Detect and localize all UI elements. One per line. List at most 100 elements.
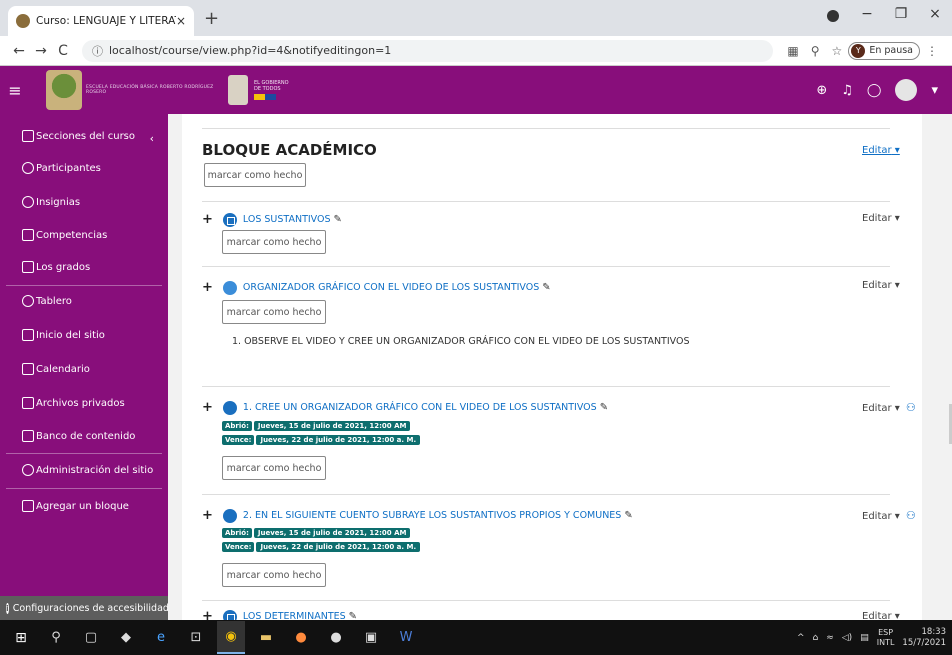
mark-done-button[interactable]: marcar como hecho <box>222 230 326 254</box>
chrome-icon[interactable]: ◉ <box>217 621 245 654</box>
store-bag-icon[interactable]: ⊡ <box>182 628 210 648</box>
gear-icon <box>22 464 34 476</box>
edit-title-pencil-icon[interactable]: ✎ <box>624 510 632 521</box>
hamburger-menu-icon[interactable]: ≡ <box>0 81 30 100</box>
activity-edit-menu[interactable]: Editar ▾ <box>862 611 900 620</box>
user-avatar[interactable] <box>895 79 918 101</box>
tray-chevron-icon[interactable]: ^ <box>797 633 805 643</box>
collapse-chevron-icon[interactable]: ‹ <box>150 132 154 145</box>
browser-menu-icon[interactable]: ⋮ <box>926 44 938 58</box>
sidebar-divider <box>6 453 162 454</box>
activity-edit-menu[interactable]: Editar ▾ ⚇ <box>862 401 916 414</box>
activity-row[interactable]: + LOS SUSTANTIVOS ✎ <box>202 212 342 227</box>
activity-edit-menu[interactable]: Editar ▾ ⚇ <box>862 509 916 522</box>
activity-row[interactable]: + ORGANIZADOR GRÁFICO CON EL VIDEO DE LO… <box>202 280 551 295</box>
translate-icon[interactable]: ▦ <box>787 44 798 58</box>
edit-title-pencil-icon[interactable]: ✎ <box>542 282 550 293</box>
reload-button[interactable]: C <box>52 43 74 59</box>
terminal-icon[interactable]: ▣ <box>357 628 385 648</box>
mark-done-button[interactable]: marcar como hecho <box>222 563 326 587</box>
zoom-icon[interactable]: ⚲ <box>811 44 820 58</box>
edit-title-pencil-icon[interactable]: ✎ <box>334 214 342 225</box>
move-handle-icon[interactable]: + <box>202 508 213 523</box>
info-icon[interactable]: ⓘ <box>92 43 103 59</box>
move-handle-icon[interactable]: + <box>202 609 213 620</box>
language-globe-icon[interactable]: ⊕ <box>816 83 827 98</box>
maximize-button[interactable]: ❐ <box>884 6 918 26</box>
notification-icon[interactable]: ▤ <box>860 633 869 643</box>
activity-row[interactable]: + LOS DETERMINANTES ✎ <box>202 609 357 620</box>
accessibility-settings-link[interactable]: i Configuraciones de accesibilidad <box>0 596 168 620</box>
sidebar-item-participantes[interactable]: Participantes <box>22 162 101 174</box>
notifications-bell-icon[interactable]: ♫ <box>841 83 853 98</box>
user-menu-chevron-icon[interactable]: ▾ <box>931 83 938 98</box>
activity-title[interactable]: 1. CREE UN ORGANIZADOR GRÁFICO CON EL VI… <box>243 402 597 413</box>
activity-row[interactable]: + 1. CREE UN ORGANIZADOR GRÁFICO CON EL … <box>202 400 608 415</box>
word-icon[interactable]: W <box>392 628 420 648</box>
assign-roles-icon[interactable]: ⚇ <box>906 401 916 414</box>
task-view-icon[interactable]: ▢ <box>77 628 105 648</box>
new-tab-button[interactable]: + <box>204 8 219 29</box>
move-handle-icon[interactable]: + <box>202 280 213 295</box>
edit-title-pencil-icon[interactable]: ✎ <box>600 402 608 413</box>
section-edit-menu[interactable]: Editar ▾ <box>862 145 900 156</box>
back-button[interactable]: ← <box>8 43 30 59</box>
taskbar-clock[interactable]: 18:33 15/7/2021 <box>902 627 946 649</box>
sidebar-item-administracion[interactable]: Administración del sitio <box>22 464 153 476</box>
activity-edit-menu[interactable]: Editar ▾ <box>862 213 900 224</box>
edit-title-pencil-icon[interactable]: ✎ <box>349 611 357 620</box>
mark-done-button[interactable]: marcar como hecho <box>204 163 306 187</box>
edge-icon[interactable]: e <box>147 628 175 648</box>
volume-icon[interactable]: ◁) <box>842 633 852 643</box>
sidebar-item-competencias[interactable]: Competencias <box>22 229 107 241</box>
url-input[interactable]: ⓘ localhost/course/view.php?id=4&notifye… <box>82 39 774 62</box>
assign-roles-icon[interactable]: ⚇ <box>906 509 916 522</box>
profile-pause-button[interactable]: Y En pausa <box>848 41 920 60</box>
mark-done-button[interactable]: marcar como hecho <box>222 300 326 324</box>
activity-title[interactable]: ORGANIZADOR GRÁFICO CON EL VIDEO DE LOS … <box>243 282 539 293</box>
sidebar-item-secciones[interactable]: Secciones del curso <box>22 130 135 142</box>
activity-title[interactable]: LOS SUSTANTIVOS <box>243 214 331 225</box>
sidebar-item-label: Administración del sitio <box>36 464 154 476</box>
calendar-icon <box>22 363 34 375</box>
activity-title[interactable]: LOS DETERMINANTES <box>243 611 346 620</box>
school-logo[interactable] <box>46 70 82 110</box>
app-dark-icon[interactable]: ● <box>322 628 350 648</box>
moodle-favicon-icon <box>16 14 30 28</box>
mark-done-button[interactable]: marcar como hecho <box>222 456 326 480</box>
move-handle-icon[interactable]: + <box>202 212 213 227</box>
network-icon[interactable]: ⌂ <box>813 633 819 643</box>
firefox-icon[interactable]: ● <box>287 628 315 648</box>
sidebar-item-calendario[interactable]: Calendario <box>22 363 90 375</box>
activity-row[interactable]: + 2. EN EL SIGUIENTE CUENTO SUBRAYE LOS … <box>202 508 633 523</box>
close-window-button[interactable]: × <box>918 6 952 26</box>
sidebar-item-agregar-bloque[interactable]: Agregar un bloque <box>22 500 129 512</box>
browser-tab[interactable]: Curso: LENGUAJE Y LITERATURA × <box>8 6 194 36</box>
move-handle-icon[interactable]: + <box>202 400 213 415</box>
record-icon[interactable] <box>816 6 850 26</box>
system-tray: ^ ⌂ ≈ ◁) ▤ ESP INTL 18:33 15/7/2021 <box>797 627 952 649</box>
bookmark-star-icon[interactable]: ☆ <box>832 44 843 58</box>
tab-close-icon[interactable]: × <box>176 14 186 28</box>
sidebar-item-tablero[interactable]: Tablero <box>22 295 72 307</box>
minimize-button[interactable]: − <box>850 6 884 26</box>
sidebar-item-archivos[interactable]: Archivos privados <box>22 397 125 409</box>
search-icon[interactable]: ⚲ <box>42 628 70 648</box>
section-divider <box>202 128 890 129</box>
sidebar-item-banco[interactable]: Banco de contenido <box>22 430 135 442</box>
messages-icon[interactable]: ◯ <box>867 83 882 98</box>
sidebar-item-insignias[interactable]: Insignias <box>22 196 80 208</box>
file-explorer-icon[interactable]: ▬ <box>252 628 280 648</box>
forward-button[interactable]: → <box>30 43 52 59</box>
input-language[interactable]: ESP INTL <box>877 628 895 648</box>
gobierno-logo: EL GOBIERNO DE TODOS <box>254 80 294 100</box>
sidebar-item-inicio[interactable]: Inicio del sitio <box>22 329 105 341</box>
windows-start-icon[interactable]: ⊞ <box>7 628 35 648</box>
list-icon <box>22 130 34 142</box>
activity-title[interactable]: 2. EN EL SIGUIENTE CUENTO SUBRAYE LOS SU… <box>243 510 621 521</box>
app-icon[interactable]: ◆ <box>112 628 140 648</box>
sidebar-item-grados[interactable]: Los grados <box>22 261 90 273</box>
wifi-icon[interactable]: ≈ <box>826 633 834 643</box>
sidebar-item-label: Secciones del curso <box>36 130 136 142</box>
activity-edit-menu[interactable]: Editar ▾ <box>862 280 900 291</box>
